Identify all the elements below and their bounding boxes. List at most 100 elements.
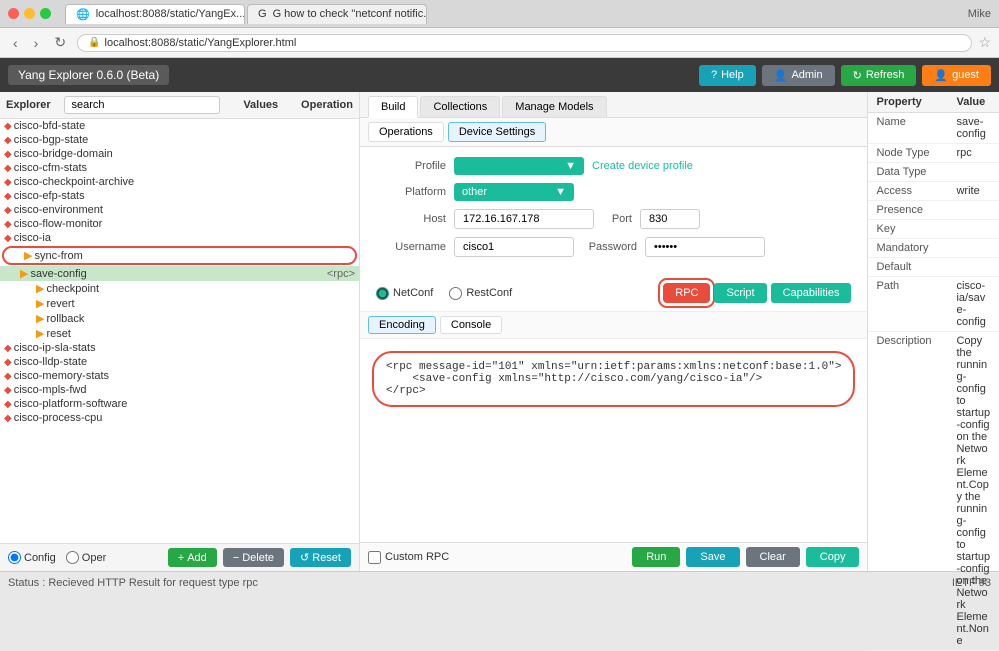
module-icon: ◆ xyxy=(4,219,12,230)
profile-label: Profile xyxy=(376,160,446,172)
delete-button[interactable]: − Delete xyxy=(223,548,284,567)
port-input[interactable] xyxy=(640,209,700,229)
subtab-device-settings[interactable]: Device Settings xyxy=(448,122,546,142)
custom-rpc-checkbox[interactable] xyxy=(368,551,381,564)
config-radio-label[interactable]: Config xyxy=(8,551,56,564)
tree-item[interactable]: ◆ cisco-cfm-stats xyxy=(0,161,359,175)
tree-item[interactable]: ◆ cisco-bfd-state xyxy=(0,119,359,133)
tree-list: ◆ cisco-bfd-state ◆ cisco-bgp-state ◆ ci… xyxy=(0,119,359,543)
script-button[interactable]: Script xyxy=(714,283,766,303)
search-input[interactable] xyxy=(64,96,220,114)
guest-button[interactable]: 👤 guest xyxy=(922,65,991,86)
close-dot[interactable] xyxy=(8,8,19,19)
oper-radio-label[interactable]: Oper xyxy=(66,551,106,564)
rpc-code-block: <rpc message-id="101" xmlns="urn:ietf:pa… xyxy=(372,351,855,407)
password-label: Password xyxy=(582,241,637,253)
tab-manage-models[interactable]: Manage Models xyxy=(502,96,606,117)
password-input[interactable] xyxy=(645,237,765,257)
center-panel: Build Collections Manage Models Operatio… xyxy=(360,92,868,571)
copy-button[interactable]: Copy xyxy=(806,547,860,567)
folder-icon: ▶ xyxy=(24,249,32,262)
console-tab[interactable]: Console xyxy=(440,316,502,334)
url-bar[interactable]: 🔒 localhost:8088/static/YangExplorer.htm… xyxy=(77,34,972,52)
encoding-tab[interactable]: Encoding xyxy=(368,316,436,334)
tab-icon: 🌐 xyxy=(76,8,90,21)
tree-item[interactable]: ◆ cisco-memory-stats xyxy=(0,369,359,383)
operation-label: Operation xyxy=(301,96,353,114)
tree-item-rollback[interactable]: ▶ rollback xyxy=(0,311,359,326)
tree-item-revert[interactable]: ▶ revert xyxy=(0,296,359,311)
oper-radio[interactable] xyxy=(66,551,79,564)
module-icon: ◆ xyxy=(4,371,12,382)
tree-item-checkpoint[interactable]: ▶ checkpoint xyxy=(0,281,359,296)
footer-buttons: + Add − Delete ↺ Reset xyxy=(168,548,351,567)
tree-item-sync-from[interactable]: ▶ sync-from xyxy=(2,246,357,265)
subtab-operations[interactable]: Operations xyxy=(368,122,444,142)
tree-item-reset[interactable]: ▶ reset xyxy=(0,326,359,341)
folder-icon: ▶ xyxy=(20,267,28,280)
tab-google[interactable]: G G how to check "netconf notific... ✕ xyxy=(247,4,427,24)
save-button[interactable]: Save xyxy=(686,547,739,567)
admin-icon: 👤 xyxy=(774,69,788,82)
folder-icon: ▶ xyxy=(36,282,44,295)
tab-build[interactable]: Build xyxy=(368,96,418,118)
maximize-dot[interactable] xyxy=(40,8,51,19)
create-profile-link[interactable]: Create device profile xyxy=(592,160,693,172)
tree-item[interactable]: ◆ cisco-lldp-state xyxy=(0,355,359,369)
tree-item[interactable]: ◆ cisco-efp-stats xyxy=(0,189,359,203)
help-button[interactable]: ? Help xyxy=(699,65,756,86)
reset-icon: ↺ xyxy=(300,551,309,564)
tree-item-cisco-ia[interactable]: ◆ cisco-ia xyxy=(0,231,359,245)
tree-item[interactable]: ◆ cisco-process-cpu xyxy=(0,411,359,425)
netconf-radio[interactable] xyxy=(376,287,389,300)
forward-button[interactable]: › xyxy=(29,33,44,53)
clear-button[interactable]: Clear xyxy=(746,547,800,567)
tree-item[interactable]: ◆ cisco-platform-software xyxy=(0,397,359,411)
prop-row-key: Key xyxy=(868,220,999,239)
tree-item[interactable]: ◆ cisco-flow-monitor xyxy=(0,217,359,231)
profile-select[interactable]: ▼ xyxy=(454,157,584,175)
tab-collections[interactable]: Collections xyxy=(420,96,500,117)
tree-item[interactable]: ◆ cisco-bgp-state xyxy=(0,133,359,147)
prop-row-mandatory: Mandatory xyxy=(868,239,999,258)
minimize-dot[interactable] xyxy=(24,8,35,19)
platform-row: Platform other ▼ xyxy=(376,183,851,201)
host-input[interactable] xyxy=(454,209,594,229)
capabilities-button[interactable]: Capabilities xyxy=(771,283,852,303)
tree-item[interactable]: ◆ cisco-bridge-domain xyxy=(0,147,359,161)
admin-button[interactable]: 👤 Admin xyxy=(762,65,835,86)
refresh-button[interactable]: ↻ Refresh xyxy=(841,65,917,86)
add-button[interactable]: + Add xyxy=(168,548,217,567)
run-button[interactable]: Run xyxy=(632,547,680,567)
tree-item[interactable]: ◆ cisco-environment xyxy=(0,203,359,217)
rpc-button[interactable]: RPC xyxy=(663,283,710,303)
module-icon: ◆ xyxy=(4,177,12,188)
platform-select[interactable]: other ▼ xyxy=(454,183,574,201)
restconf-radio-label[interactable]: RestConf xyxy=(449,287,512,300)
reload-button[interactable]: ↻ xyxy=(49,32,71,53)
tree-item-save-config[interactable]: ▶ save-config <rpc> xyxy=(0,266,359,281)
tree-item[interactable]: ◆ cisco-ip-sla-stats xyxy=(0,341,359,355)
tree-item[interactable]: ◆ cisco-mpls-fwd xyxy=(0,383,359,397)
prop-row-access: Access write xyxy=(868,182,999,201)
prop-row-nodetype: Node Type rpc xyxy=(868,144,999,163)
port-label: Port xyxy=(602,213,632,225)
config-oper-radio: Config Oper xyxy=(8,551,106,564)
property-panel: Property Value Name save-config Node Typ… xyxy=(868,92,999,571)
status-text: Status : Recieved HTTP Result for reques… xyxy=(8,577,258,589)
restconf-radio[interactable] xyxy=(449,287,462,300)
config-radio[interactable] xyxy=(8,551,21,564)
bookmark-icon[interactable]: ☆ xyxy=(978,34,991,51)
host-row: Host Port xyxy=(376,209,851,229)
netconf-radio-label[interactable]: NetConf xyxy=(376,287,433,300)
browser-title-bar: 🌐 localhost:8088/static/YangEx... ✕ G G … xyxy=(0,0,999,28)
tab-yangexplorer[interactable]: 🌐 localhost:8088/static/YangEx... ✕ xyxy=(65,4,245,24)
back-button[interactable]: ‹ xyxy=(8,33,23,53)
custom-rpc-label[interactable]: Custom RPC xyxy=(368,551,449,564)
reset-button[interactable]: ↺ Reset xyxy=(290,548,351,567)
header-buttons: ? Help 👤 Admin ↻ Refresh 👤 guest xyxy=(699,65,991,86)
platform-value: other xyxy=(462,186,487,198)
prop-row-presence: Presence xyxy=(868,201,999,220)
tree-item[interactable]: ◆ cisco-checkpoint-archive xyxy=(0,175,359,189)
username-input[interactable] xyxy=(454,237,574,257)
